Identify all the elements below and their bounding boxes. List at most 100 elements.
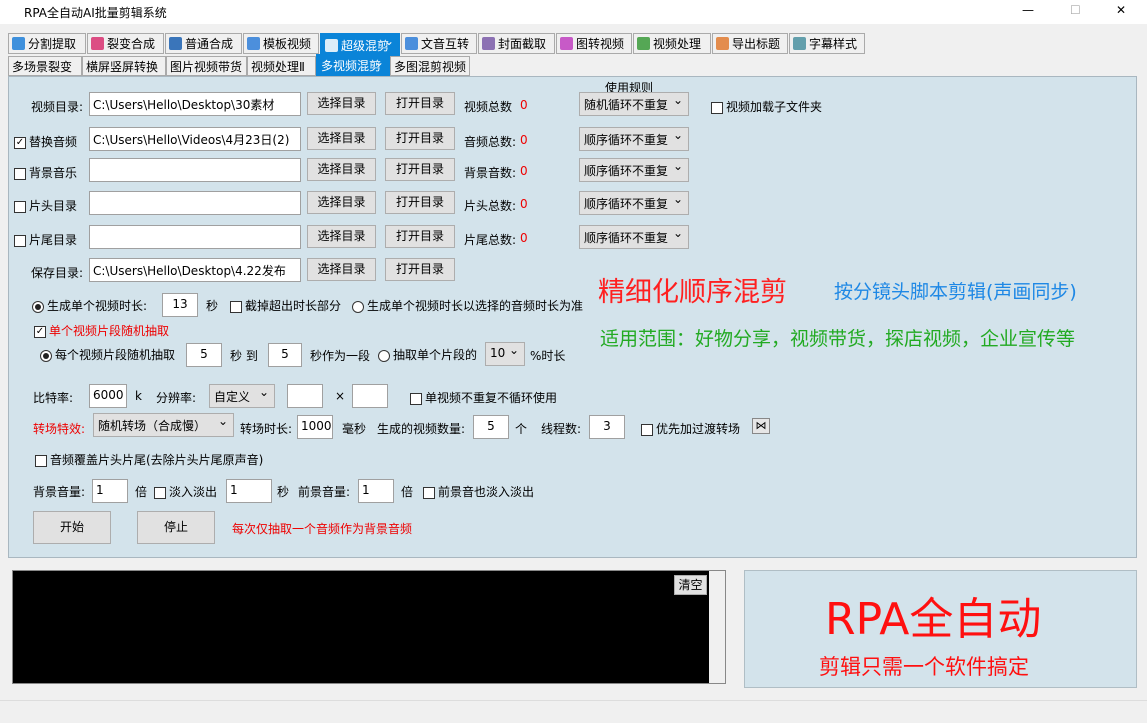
- log-scrollbar[interactable]: [709, 571, 725, 683]
- open-dir-button[interactable]: 打开目录: [385, 225, 455, 248]
- subtab-1[interactable]: 横屏竖屏转换: [82, 56, 166, 76]
- select-dir-button[interactable]: 选择目录: [307, 225, 376, 248]
- row-checkbox-3[interactable]: 片头目录: [14, 197, 77, 214]
- open-dir-button[interactable]: 打开目录: [385, 127, 455, 150]
- minimize-button[interactable]: —: [1022, 3, 1034, 17]
- fade-label: 淡入淡出: [169, 485, 218, 499]
- trans-duration-input[interactable]: 1000: [297, 415, 333, 439]
- pct-select[interactable]: 10: [485, 342, 525, 366]
- cut-over-checkbox[interactable]: 截掉超出时长部分: [230, 297, 341, 314]
- each-clip-radio[interactable]: 每个视频片段随机抽取: [40, 346, 175, 363]
- random-extract-label: 单个视频片段随机抽取: [49, 324, 170, 338]
- pct-suffix: %时长: [530, 349, 566, 363]
- fg-volume-label: 前景音量:: [298, 485, 351, 499]
- load-subfolder-label: 视频加载子文件夹: [726, 100, 823, 114]
- dir-input-2[interactable]: [89, 158, 301, 182]
- row-label: 保存目录:: [31, 266, 84, 280]
- select-dir-button[interactable]: 选择目录: [307, 127, 376, 150]
- tab-10[interactable]: 字幕样式: [789, 33, 865, 54]
- transition-select[interactable]: 随机转场（合成慢）: [93, 413, 234, 437]
- open-dir-button[interactable]: 打开目录: [385, 191, 455, 214]
- threads-input[interactable]: 3: [589, 415, 625, 439]
- prefer-transition-checkbox[interactable]: 优先加过渡转场: [641, 420, 740, 437]
- fade-spinner[interactable]: 1: [226, 479, 272, 503]
- select-dir-button[interactable]: 选择目录: [307, 92, 376, 115]
- dir-input-5[interactable]: C:\Users\Hello\Desktop\4.22发布\4月: [89, 258, 301, 282]
- tab-8[interactable]: 视频处理: [633, 33, 711, 54]
- load-subfolder-checkbox[interactable]: 视频加载子文件夹: [711, 98, 822, 115]
- x-label: ×: [335, 389, 346, 403]
- rule-select-0[interactable]: 随机循环不重复: [579, 92, 689, 116]
- duration-radio[interactable]: 生成单个视频时长:: [32, 297, 147, 314]
- height-input[interactable]: [352, 384, 388, 408]
- resolution-select[interactable]: 自定义: [209, 384, 275, 408]
- subtab-5[interactable]: 多图混剪视频: [390, 56, 470, 76]
- sec-label: 秒: [206, 299, 219, 313]
- from-input[interactable]: 5: [186, 343, 222, 367]
- tab-label: 文音互转: [421, 37, 470, 51]
- tab-9[interactable]: 导出标题: [712, 33, 788, 54]
- row-checkbox-4[interactable]: 片尾目录: [14, 231, 77, 248]
- audio-cover-checkbox[interactable]: 音频覆盖片头片尾(去除片头片尾原声音): [35, 451, 263, 468]
- rule-select-2[interactable]: 顺序循环不重复: [579, 158, 689, 182]
- duration-input[interactable]: 13: [162, 293, 198, 317]
- fg-fade-checkbox[interactable]: 前景音也淡入淡出: [423, 483, 534, 500]
- rule-select-1[interactable]: 顺序循环不重复: [579, 127, 689, 151]
- tab-3[interactable]: 模板视频: [243, 33, 319, 54]
- dir-input-4[interactable]: [89, 225, 301, 249]
- tab-5[interactable]: 文音互转: [401, 33, 477, 54]
- bg-volume-input[interactable]: 1: [92, 479, 128, 503]
- clear-button[interactable]: 清空: [674, 575, 707, 595]
- select-dir-button[interactable]: 选择目录: [307, 191, 376, 214]
- row-checkbox-2[interactable]: 背景音乐: [14, 164, 77, 181]
- sec-to-label: 秒 到: [230, 349, 258, 363]
- bitrate-input[interactable]: 6000: [89, 384, 127, 408]
- stop-button[interactable]: 停止: [137, 511, 215, 544]
- tab-1[interactable]: 裂变合成: [87, 33, 164, 54]
- close-button[interactable]: ✕: [1116, 3, 1126, 17]
- transition-preview-icon[interactable]: ⋈: [752, 418, 770, 434]
- open-dir-button[interactable]: 打开目录: [385, 258, 455, 281]
- by-audio-radio[interactable]: 生成单个视频时长以选择的音频时长为准: [352, 297, 583, 314]
- maximize-button[interactable]: ☐: [1070, 3, 1081, 17]
- fade-checkbox[interactable]: 淡入淡出: [154, 483, 217, 500]
- tab-label: 裂变合成: [107, 37, 156, 51]
- tab-label: 导出标题: [732, 37, 781, 51]
- subtab-3[interactable]: 视频处理Ⅱ: [247, 56, 316, 76]
- random-extract-checkbox[interactable]: ✓ 单个视频片段随机抽取: [34, 322, 169, 339]
- dir-input-3[interactable]: [89, 191, 301, 215]
- width-input[interactable]: [287, 384, 323, 408]
- tab-7[interactable]: 图转视频: [556, 33, 632, 54]
- subtab-4[interactable]: 多视频混剪: [316, 54, 390, 76]
- dir-input-1[interactable]: C:\Users\Hello\Videos\4月23日(2): [89, 127, 301, 151]
- subtab-0[interactable]: 多场景裂变: [8, 56, 82, 76]
- tab-6[interactable]: 封面截取: [478, 33, 555, 54]
- tab-2[interactable]: 普通合成: [165, 33, 242, 54]
- subtab-label: 横屏竖屏转换: [86, 59, 159, 74]
- start-button[interactable]: 开始: [33, 511, 111, 544]
- fg-volume-input[interactable]: 1: [358, 479, 394, 503]
- tab-icon: [12, 37, 25, 50]
- status-bar: [0, 700, 1147, 723]
- rule-select-4[interactable]: 顺序循环不重复: [579, 225, 689, 249]
- no-repeat-checkbox[interactable]: 单视频不重复不循环使用: [410, 389, 557, 406]
- promo-title: 精细化顺序混剪: [598, 277, 787, 308]
- threads-label: 线程数:: [541, 422, 582, 436]
- tab-label: 图转视频: [576, 37, 625, 51]
- select-dir-button[interactable]: 选择目录: [307, 258, 376, 281]
- to-input[interactable]: 5: [268, 343, 302, 367]
- tab-icon: [637, 37, 650, 50]
- dir-input-0[interactable]: C:\Users\Hello\Desktop\30素材: [89, 92, 301, 116]
- no-repeat-label: 单视频不重复不循环使用: [425, 391, 558, 405]
- rule-select-3[interactable]: 顺序循环不重复: [579, 191, 689, 215]
- open-dir-button[interactable]: 打开目录: [385, 92, 455, 115]
- tab-label: 封面截取: [498, 37, 547, 51]
- subtab-2[interactable]: 图片视频带货: [166, 56, 247, 76]
- select-dir-button[interactable]: 选择目录: [307, 158, 376, 181]
- row-checkbox-1[interactable]: ✓ 替换音频: [14, 133, 77, 150]
- open-dir-button[interactable]: 打开目录: [385, 158, 455, 181]
- video-count-input[interactable]: 5: [473, 415, 509, 439]
- extract-pct-radio[interactable]: 抽取单个片段的: [378, 346, 477, 363]
- log-output[interactable]: 清空: [12, 570, 726, 684]
- tab-0[interactable]: 分割提取: [8, 33, 86, 54]
